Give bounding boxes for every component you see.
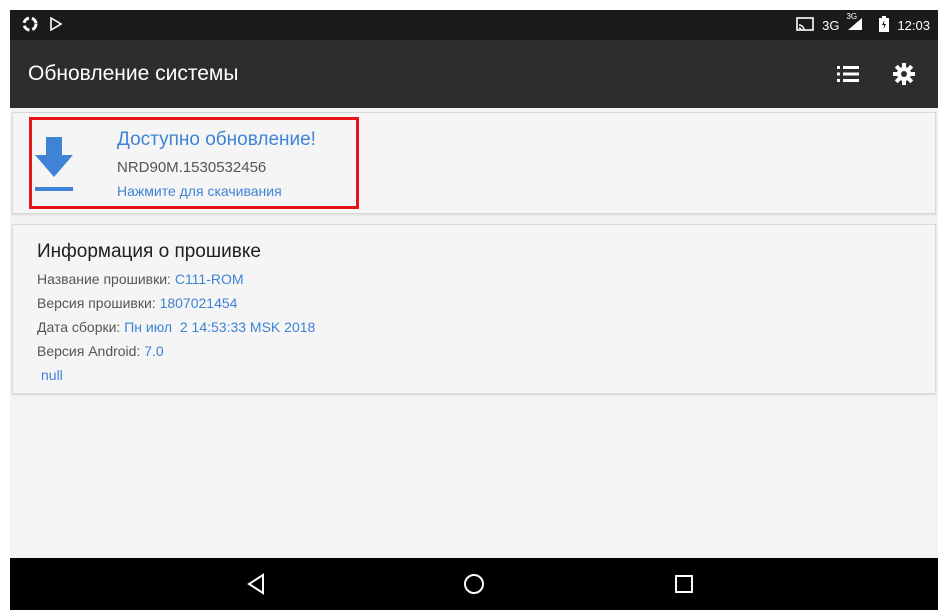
build-date-row: Дата сборки: Пн июл 2 14:53:33 MSK 2018 [37,319,315,335]
highlight-frame [29,117,359,209]
navigation-bar [10,558,938,610]
network-superscript: 3G [846,11,858,21]
home-icon[interactable] [460,570,488,598]
clock: 12:03 [897,17,930,33]
status-bar: 3G 3G 12:03 [10,10,938,40]
build-date-value: Пн июл 2 14:53:33 MSK 2018 [124,319,316,335]
device-screen: 3G 3G 12:03 Обновление системы Доступно … [10,10,938,610]
cast-icon [796,16,814,34]
firmware-version-value: 1807021454 [159,295,238,311]
sync-notification-icon [22,16,38,35]
android-version-value: 7.0 [144,343,164,359]
firmware-version-row: Версия прошивки: 1807021454 [37,295,237,311]
build-date-label: Дата сборки: [37,319,125,335]
network-type-label: 3G [822,17,840,33]
play-store-notification-icon [50,16,63,34]
page-title: Обновление системы [28,62,239,85]
update-card[interactable]: Доступно обновление! NRD90M.1530532456 Н… [12,112,936,214]
android-version-label: Версия Android: [37,343,145,359]
app-bar: Обновление системы [10,40,938,108]
firmware-name-value: C111-ROM [174,271,244,287]
back-icon[interactable] [242,570,270,598]
firmware-name-row: Название прошивки: C111-ROM [37,271,244,287]
android-version-row: Версия Android: 7.0 [37,343,164,359]
list-icon[interactable] [834,60,862,88]
signal-icon: 3G [846,12,863,34]
recents-icon[interactable] [670,570,698,598]
gear-icon[interactable] [890,60,918,88]
battery-icon [879,15,890,35]
firmware-version-label: Версия прошивки: [37,295,160,311]
firmware-info-card: Информация о прошивке Название прошивки:… [12,224,936,394]
extra-info-value: null [41,367,63,383]
firmware-info-title: Информация о прошивке [37,241,261,262]
firmware-name-label: Название прошивки: [37,271,175,287]
